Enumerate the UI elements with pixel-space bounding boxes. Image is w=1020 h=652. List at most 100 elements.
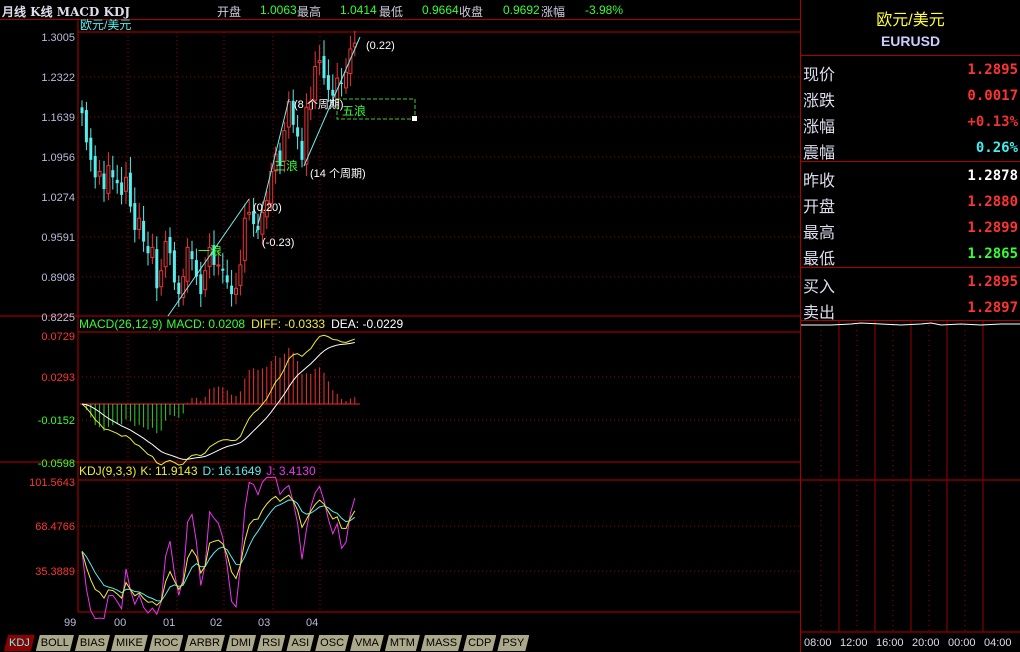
candle (93, 145, 97, 189)
quote-value: 1.2865 (967, 246, 1018, 262)
x-label: 00 (114, 617, 127, 629)
price-tick: 1.1639 (41, 112, 75, 124)
annotation: (8 个周期) (294, 98, 344, 111)
candle (115, 164, 119, 194)
price-tick: 1.2322 (41, 72, 75, 84)
price-tick: 1.3005 (41, 32, 75, 44)
quote-row: 开盘 1.2880 (803, 190, 1018, 216)
tab-rsi[interactable]: RSI (257, 635, 285, 651)
quote-value: +0.13% (967, 114, 1018, 130)
quote-value: 1.2897 (967, 300, 1018, 316)
candle (89, 128, 93, 172)
time-label: 00:00 (948, 637, 976, 649)
quote-row: 现价 1.2895 (803, 58, 1018, 84)
quote-value: 1.2880 (967, 194, 1018, 210)
tab-boll[interactable]: BOLL (36, 635, 74, 651)
quote-value: 0.26% (975, 140, 1018, 156)
tab-arbr[interactable]: ARBR (184, 635, 225, 651)
candle (291, 89, 295, 133)
quote-row: 涨幅 +0.13% (803, 110, 1018, 136)
tab-kdj[interactable]: KDJ (4, 635, 35, 651)
candle (128, 156, 132, 213)
wave3-label: 三浪 (274, 158, 298, 173)
quote-row: 最低 1.2865 (803, 242, 1018, 268)
price-tick: 1.0956 (41, 152, 75, 164)
candle (344, 58, 348, 94)
quote-label: 最低 (803, 251, 836, 268)
tab-mike[interactable]: MIKE (111, 635, 148, 651)
candle (185, 238, 190, 293)
annotation: (-0.23) (262, 237, 294, 249)
candle (124, 161, 128, 204)
candle (238, 249, 243, 296)
kdj-legend: KDJ(9,3,3) K: 11.9143 D: 16.1649 J: 3.4130 (79, 464, 316, 478)
tab-roc[interactable]: ROC (149, 635, 183, 651)
quote-row: 震幅 0.26% (803, 136, 1018, 162)
tab-vma[interactable]: VMA (350, 635, 384, 651)
quote-label: 现价 (803, 67, 836, 84)
quote-label: 涨幅 (803, 119, 836, 136)
time-label: 08:00 (804, 637, 832, 649)
candle (230, 269, 234, 307)
candle (286, 91, 291, 139)
macd-tick: -0.0152 (38, 415, 75, 427)
candle (102, 160, 106, 202)
j-line (81, 476, 356, 620)
quote-name: 欧元/美元 (876, 12, 945, 29)
candle (190, 240, 194, 271)
candle (317, 45, 322, 76)
quote-row: 卖出 1.2897 (803, 296, 1018, 322)
time-label: 16:00 (876, 637, 904, 649)
candle (247, 198, 252, 221)
quote-value: 0.0017 (967, 88, 1018, 104)
x-label: 04 (306, 617, 319, 629)
tab-osc[interactable]: OSC (315, 635, 349, 651)
candle (133, 187, 137, 243)
annotation: (0.20) (253, 202, 282, 214)
intraday-chart[interactable] (801, 320, 1020, 652)
instrument-label: 欧元/美元 (80, 18, 131, 32)
quote-label: 震幅 (803, 145, 836, 162)
tab-cdp[interactable]: CDP (463, 635, 496, 651)
quote-value: 1.2895 (967, 274, 1018, 290)
macd-tick: 0.0729 (41, 331, 75, 343)
candle (172, 241, 176, 290)
price-tick: 1.0274 (41, 192, 75, 204)
x-label: 02 (210, 617, 223, 629)
quote-row: 昨收 1.2878 (803, 164, 1018, 190)
candle (322, 40, 326, 85)
candle (225, 259, 229, 289)
candle (111, 155, 115, 190)
candle (181, 268, 186, 306)
d-line (81, 499, 356, 602)
chart-area[interactable]: 欧元/美元 1.3005 1.2322 1.1639 1.0956 1.0274 0.95… (0, 0, 800, 634)
candle (137, 202, 142, 240)
quote-label: 最高 (803, 225, 836, 242)
resize-handle[interactable] (412, 116, 417, 121)
macd-tick: -0.0598 (38, 458, 75, 470)
quote-row: 买入 1.2895 (803, 270, 1018, 296)
tab-mass[interactable]: MASS (421, 635, 462, 651)
indicator-tabs: KDJ BOLL BIAS MIKE ROC ARBR DMI RSI ASI OSC VMA MTM… (4, 635, 530, 652)
time-label: 12:00 (840, 637, 868, 649)
quote-value: 1.2878 (967, 168, 1018, 184)
quote-value: 1.2899 (967, 220, 1018, 236)
time-label: 20:00 (912, 637, 940, 649)
tab-mtm[interactable]: MTM (385, 635, 420, 651)
quote-panel: 欧元/美元 EURUSD 现价 1.2895 涨跌 0.0017 涨幅 +0.13% 震幅 0… (800, 0, 1020, 652)
x-label: 03 (258, 617, 271, 629)
quote-row: 涨跌 0.0017 (803, 84, 1018, 110)
tab-bias[interactable]: BIAS (75, 635, 110, 651)
tab-psy[interactable]: PSY (497, 635, 529, 651)
tab-asi[interactable]: ASI (286, 635, 314, 651)
quote-label: 昨收 (803, 173, 836, 190)
time-label: 04:00 (984, 637, 1012, 649)
macd-tick: 0.0293 (41, 372, 75, 384)
tab-dmi[interactable]: DMI (226, 635, 256, 651)
candle (168, 227, 172, 266)
x-label: 99 (64, 617, 77, 629)
kdj-tick: 101.5643 (29, 477, 75, 489)
candle (300, 127, 304, 168)
candle (84, 101, 88, 151)
quote-symbol: EURUSD (880, 33, 941, 49)
